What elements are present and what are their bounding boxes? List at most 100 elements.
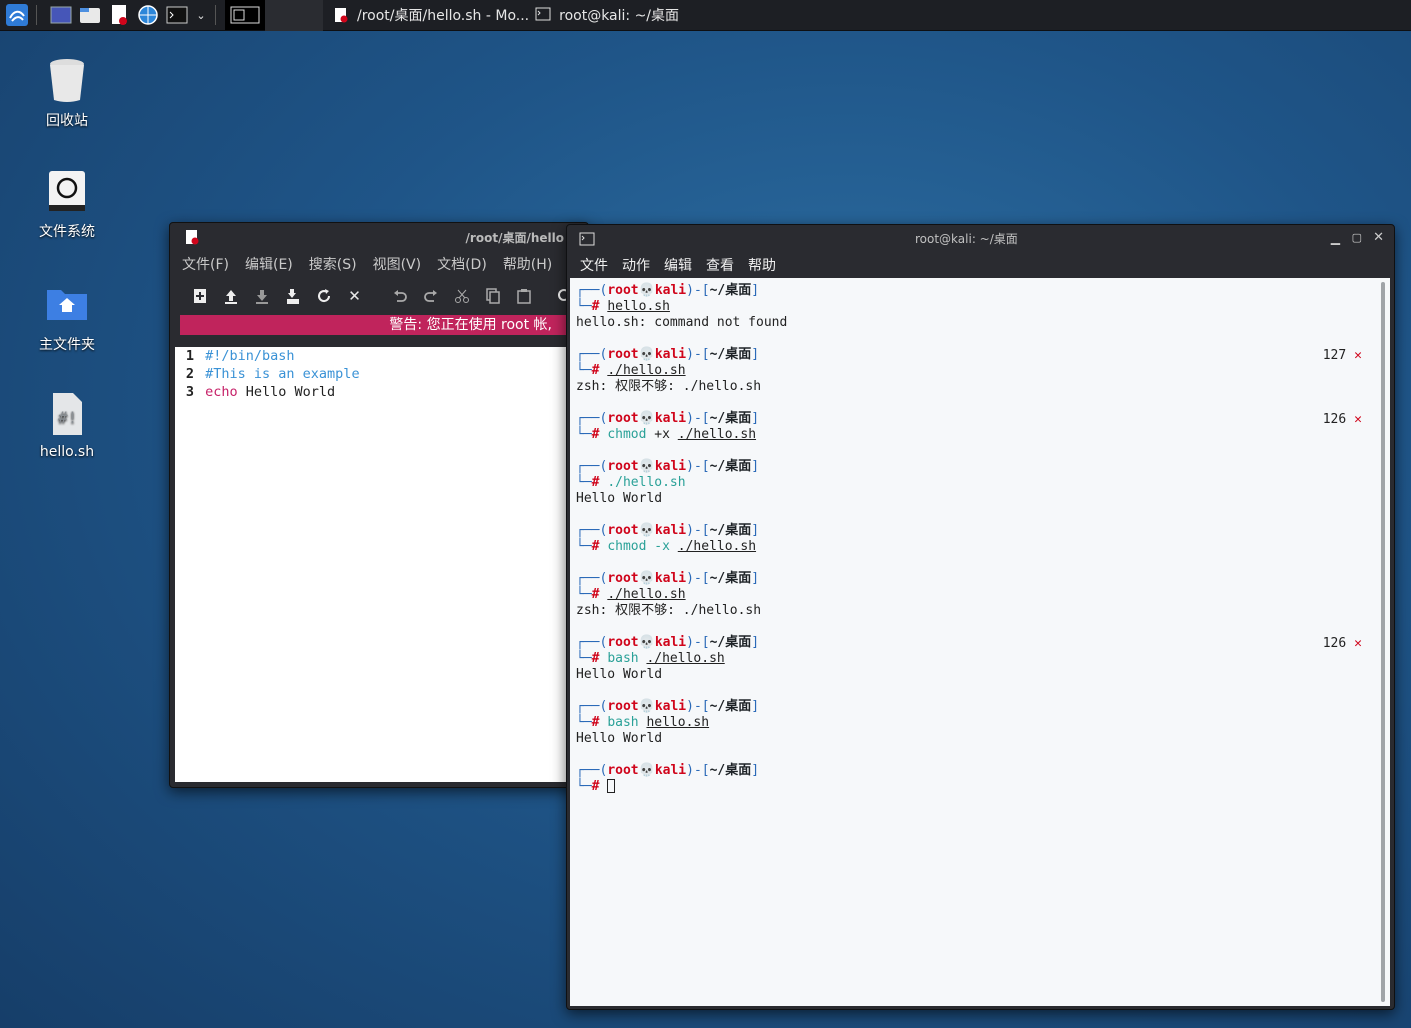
task-terminal[interactable]: root@kali: ~/桌面	[535, 5, 679, 25]
svg-text:#!: #!	[58, 408, 77, 427]
command-token: chmod	[607, 539, 647, 554]
menu-view[interactable]: 视图(V)	[373, 254, 422, 274]
task-mousepad[interactable]: /root/桌面/hello.sh - Mo...	[333, 5, 529, 25]
minimize-icon[interactable]: ▁	[1331, 231, 1340, 245]
prompt-dir: ~/桌面	[709, 283, 752, 298]
prompt-line: ┌──(root💀kali)-[~/桌面]	[576, 347, 759, 363]
cut-icon[interactable]	[446, 284, 477, 308]
prompt-corner: ┌──(	[576, 571, 608, 586]
menu-search[interactable]: 搜索(S)	[309, 254, 357, 274]
menu-document[interactable]: 文档(D)	[437, 254, 487, 274]
menu-edit[interactable]: 编辑	[664, 255, 692, 275]
taskbar-separator	[215, 5, 216, 25]
prompt-host: kali	[654, 411, 687, 426]
output-line: Hello World	[576, 731, 663, 746]
prompt-dir: ~/桌面	[709, 635, 752, 650]
paste-icon[interactable]	[508, 284, 539, 308]
command-token: ./hello.sh	[677, 539, 757, 554]
command-line: └─# ./hello.sh	[576, 363, 686, 379]
desktop-icon-label: 文件系统	[39, 224, 95, 240]
prompt-user: root	[607, 347, 639, 362]
open-file-icon[interactable]	[215, 284, 246, 308]
output-line: hello.sh: command not found	[576, 315, 788, 330]
redo-icon[interactable]	[415, 284, 446, 308]
prompt-line: ┌──(root💀kali)-[~/桌面]	[576, 635, 759, 651]
command-token: ./hello.sh	[677, 427, 757, 442]
command-line: └─#	[576, 779, 616, 795]
close-icon[interactable]: ✕	[339, 284, 370, 308]
save-icon[interactable]	[246, 284, 277, 308]
save-as-icon[interactable]	[277, 284, 308, 308]
maximize-icon[interactable]: ▢	[1352, 231, 1362, 244]
prompt-line: ┌──(root💀kali)-[~/桌面]	[576, 459, 759, 475]
menu-file[interactable]: 文件(F)	[182, 254, 229, 274]
prompt-dir: ~/桌面	[709, 347, 752, 362]
task-label: root@kali: ~/桌面	[559, 8, 680, 24]
file-manager-icon[interactable]	[78, 3, 102, 27]
menu-file[interactable]: 文件	[580, 255, 608, 275]
taskbar-spacer	[265, 0, 323, 31]
reload-icon[interactable]	[308, 284, 339, 308]
skull-icon: 💀	[638, 571, 655, 586]
show-desktop-icon[interactable]	[49, 3, 73, 27]
prompt-corner: └─	[576, 299, 592, 314]
line-number: 3	[185, 384, 194, 400]
line-text: #This is an example	[205, 366, 360, 382]
prompt-host: kali	[654, 699, 687, 714]
desktop-icon-hello-sh[interactable]: #! hello.sh	[12, 390, 122, 460]
text-cursor[interactable]	[607, 779, 616, 793]
chevron-down-icon[interactable]: ⌄	[194, 3, 208, 27]
menu-edit[interactable]: 编辑(E)	[245, 254, 293, 274]
prompt-corner: ┌──(	[576, 635, 608, 650]
prompt-corner: ┌──(	[576, 459, 608, 474]
terminal-launcher-icon[interactable]	[165, 3, 189, 27]
terminal-scrollbar[interactable]	[1381, 282, 1385, 1002]
terminal-window: root@kali: ~/桌面 ▁ ▢ ✕ 文件 动作 编辑 查看 帮助 ┌──…	[566, 224, 1395, 1010]
prompt-user: root	[607, 763, 639, 778]
taskbar-separator	[36, 5, 37, 25]
mousepad-toolbar: ✕	[170, 277, 588, 315]
skull-icon: 💀	[638, 411, 655, 426]
terminal-titlebar[interactable]: root@kali: ~/桌面 ▁ ▢ ✕	[567, 225, 1394, 252]
desktop-icon-label: 主文件夹	[39, 337, 95, 353]
close-icon[interactable]: ✕	[1373, 230, 1384, 245]
error-x-icon: ✕	[1354, 636, 1362, 651]
mousepad-titlebar[interactable]: /root/桌面/hello	[170, 223, 588, 251]
terminal-title: root@kali: ~/桌面	[915, 232, 1018, 246]
terminal-output[interactable]: ┌──(root💀kali)-[~/桌面] └─# hello.sh hello.s…	[570, 278, 1390, 1006]
editor-area[interactable]: 1 #!/bin/bash 2 #This is an example 3 ec…	[175, 347, 570, 782]
line-number: 2	[185, 366, 194, 382]
prompt-corner: ┌──(	[576, 411, 608, 426]
menu-help[interactable]: 帮助(H)	[503, 254, 552, 274]
text-editor-icon[interactable]	[107, 3, 131, 27]
menu-help[interactable]: 帮助	[748, 255, 776, 275]
desktop-icon-home[interactable]: 主文件夹	[12, 280, 122, 354]
prompt-corner: ┌──(	[576, 523, 608, 538]
prompt-user: root	[607, 571, 639, 586]
prompt-dir: ~/桌面	[709, 571, 752, 586]
prompt-host: kali	[654, 763, 687, 778]
command-token: ./hello.sh	[607, 475, 686, 490]
line-keyword: echo	[205, 384, 238, 400]
prompt-line: ┌──(root💀kali)-[~/桌面]	[576, 699, 759, 715]
desktop-icon-trash[interactable]: 回收站	[12, 56, 122, 130]
prompt-line: ┌──(root💀kali)-[~/桌面]	[576, 411, 759, 427]
command-token: hello.sh	[646, 715, 710, 730]
desktop-icon-filesystem[interactable]: 文件系统	[12, 167, 122, 241]
menu-view[interactable]: 查看	[706, 255, 734, 275]
error-x-icon: ✕	[1354, 348, 1362, 363]
prompt-corner: └─	[576, 715, 592, 730]
copy-icon[interactable]	[477, 284, 508, 308]
workspace-switcher-icon[interactable]	[225, 0, 265, 30]
new-document-icon[interactable]	[184, 284, 215, 308]
output-line: Hello World	[576, 667, 663, 682]
exit-code: 126	[1322, 636, 1347, 651]
kali-menu-icon[interactable]	[5, 3, 29, 27]
menu-action[interactable]: 动作	[622, 255, 650, 275]
prompt-line: ┌──(root💀kali)-[~/桌面]	[576, 523, 759, 539]
undo-icon[interactable]	[384, 284, 415, 308]
web-browser-icon[interactable]	[136, 3, 160, 27]
prompt-corner: ┌──(	[576, 699, 608, 714]
